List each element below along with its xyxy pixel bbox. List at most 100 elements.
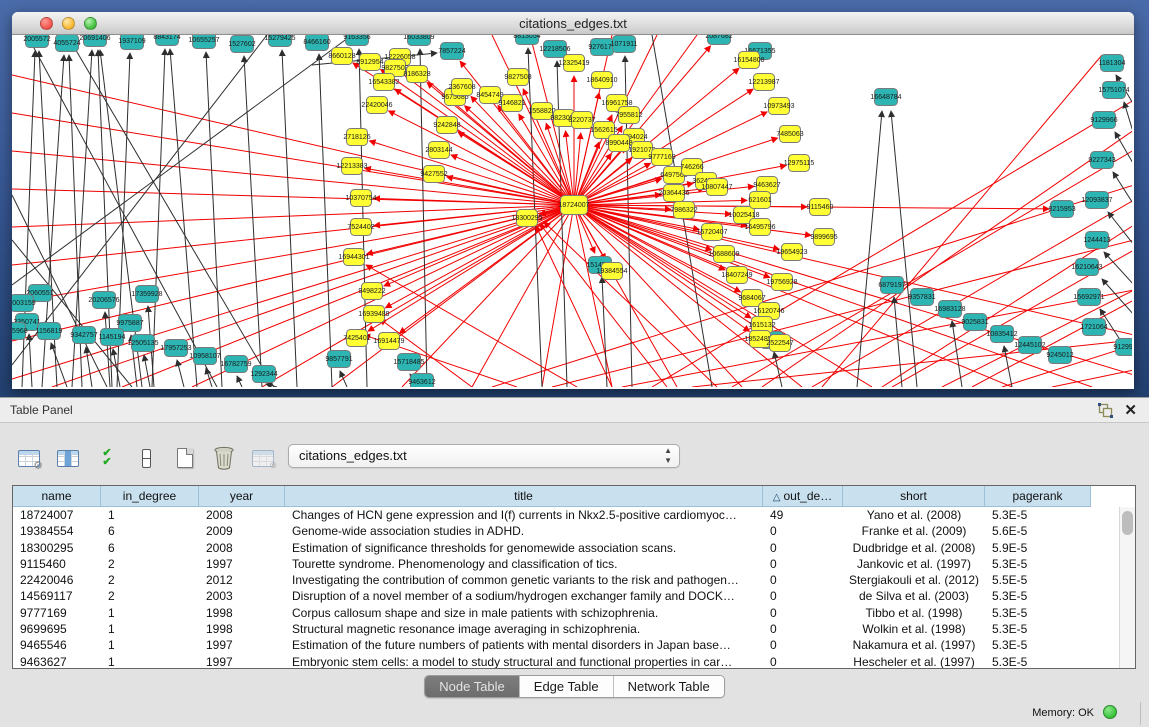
- selected-network-node[interactable]: 7485063: [776, 126, 803, 143]
- network-node[interactable]: 15692971: [1073, 289, 1104, 306]
- selected-network-node[interactable]: 9777169: [648, 149, 675, 166]
- selected-network-node[interactable]: 621601: [748, 192, 771, 209]
- selected-network-node[interactable]: 9498222: [358, 283, 385, 300]
- network-node[interactable]: 12505135: [127, 335, 158, 352]
- network-node[interactable]: 1156819: [36, 323, 63, 340]
- network-node[interactable]: 10958107: [189, 348, 220, 365]
- network-node[interactable]: 1181304: [1099, 55, 1126, 72]
- network-node[interactable]: 10835412: [986, 326, 1017, 343]
- network-node[interactable]: 9129966: [1090, 112, 1117, 129]
- network-node[interactable]: 2087682: [705, 35, 732, 45]
- selected-network-node[interactable]: 12213383: [336, 158, 367, 175]
- network-node[interactable]: 8215953: [1048, 201, 1075, 218]
- network-node[interactable]: 12093837: [1081, 192, 1112, 209]
- selected-network-node[interactable]: 2522547: [766, 335, 793, 352]
- network-node[interactable]: 9342757: [70, 327, 97, 344]
- float-panel-icon[interactable]: [1098, 403, 1113, 418]
- selected-network-node[interactable]: 18640910: [586, 72, 617, 89]
- selected-network-node[interactable]: 10370754: [345, 190, 376, 207]
- network-node[interactable]: 8813054: [513, 35, 540, 45]
- table-select-dropdown[interactable]: citations_edges.txt ▲▼: [288, 444, 680, 468]
- network-node[interactable]: 1071911: [611, 36, 638, 53]
- network-node[interactable]: 1003159: [12, 295, 36, 312]
- network-node[interactable]: 15751074: [1098, 82, 1129, 99]
- network-node[interactable]: 16210643: [1071, 259, 1102, 276]
- network-node[interactable]: 17957253: [160, 340, 191, 357]
- selected-network-node[interactable]: 20364436: [658, 185, 689, 202]
- selected-network-node[interactable]: 2803144: [425, 142, 452, 159]
- network-node[interactable]: 8843174: [153, 35, 180, 46]
- table-row[interactable]: 946362711997Embryonic stem cells: a mode…: [13, 654, 1119, 668]
- selected-network-node[interactable]: 15720407: [696, 224, 727, 241]
- column-header-in-degree[interactable]: in_degree: [101, 486, 199, 507]
- column-header-year[interactable]: year: [199, 486, 285, 507]
- network-node[interactable]: 9227343: [1088, 152, 1115, 169]
- network-node[interactable]: 9463612: [408, 374, 435, 388]
- show-columns-icon[interactable]: [53, 444, 83, 472]
- selected-network-node[interactable]: 9899695: [810, 229, 837, 246]
- selected-network-node[interactable]: 9463627: [753, 177, 780, 194]
- network-node[interactable]: 20206576: [88, 292, 119, 309]
- network-node[interactable]: 16782759: [220, 356, 251, 373]
- close-panel-icon[interactable]: ✕: [1124, 400, 1137, 421]
- selected-network-node[interactable]: 9115460: [807, 199, 834, 216]
- tab-node-table[interactable]: Node Table: [425, 676, 520, 697]
- table-row[interactable]: 911546021997Tourette syndrome. Phenomeno…: [13, 556, 1119, 572]
- network-node[interactable]: 3315968: [12, 323, 28, 340]
- network-node[interactable]: 10655257: [188, 35, 219, 49]
- table-row[interactable]: 1456911722003Disruption of a novel membe…: [13, 588, 1119, 604]
- scrollbar-thumb[interactable]: [1122, 511, 1133, 535]
- network-node[interactable]: 16983128: [934, 301, 965, 318]
- column-header-name[interactable]: name: [13, 486, 101, 507]
- row-height-icon[interactable]: [131, 444, 161, 472]
- network-node[interactable]: 1292344: [250, 366, 277, 383]
- network-node[interactable]: 17359928: [131, 286, 162, 303]
- network-node[interactable]: 9025831: [961, 314, 988, 331]
- selected-network-node[interactable]: 8660128: [328, 48, 355, 65]
- network-node[interactable]: 1937109: [118, 35, 145, 50]
- selected-network-node[interactable]: 7986322: [670, 202, 697, 219]
- selected-network-node[interactable]: 9427552: [420, 166, 447, 183]
- selected-network-node[interactable]: 19756928: [766, 274, 797, 291]
- selected-network-node[interactable]: 2718126: [343, 129, 370, 146]
- network-window-titlebar[interactable]: citations_edges.txt: [12, 12, 1134, 35]
- selected-network-node[interactable]: 8912954: [356, 54, 383, 71]
- table-row[interactable]: 2242004622012Investigating the contribut…: [13, 572, 1119, 588]
- network-node[interactable]: 20691406: [79, 35, 110, 47]
- selected-network-node[interactable]: 8220737: [568, 112, 595, 129]
- table-row[interactable]: 977716911998Corpus callosum shape and si…: [13, 605, 1119, 621]
- column-header-out-degree[interactable]: △out_de…: [763, 486, 843, 507]
- network-node[interactable]: 7857224: [438, 43, 465, 60]
- network-node[interactable]: 9245012: [1046, 347, 1073, 364]
- delete-columns-icon[interactable]: [209, 444, 239, 472]
- selected-network-node[interactable]: 8186328: [403, 66, 430, 83]
- network-node[interactable]: 4055724: [53, 35, 80, 52]
- selected-network-node[interactable]: 10688609: [708, 246, 739, 263]
- selected-network-node[interactable]: 7524402: [347, 219, 374, 236]
- table-options-icon[interactable]: ⚙: [14, 444, 44, 472]
- selected-network-node[interactable]: 12975115: [784, 155, 815, 172]
- table-row[interactable]: 946554611997Estimation of the future num…: [13, 637, 1119, 653]
- table-row[interactable]: 969969511998Structural magnetic resonanc…: [13, 621, 1119, 637]
- selected-network-node[interactable]: 18724007: [558, 196, 589, 215]
- table-row[interactable]: 1830029562008Estimation of significance …: [13, 540, 1119, 556]
- column-header-short[interactable]: short: [843, 486, 985, 507]
- selected-network-node[interactable]: 12213987: [748, 74, 779, 91]
- network-node[interactable]: 15718485: [393, 354, 424, 371]
- tab-network-table[interactable]: Network Table: [614, 676, 724, 697]
- table-row[interactable]: 1872400712008Changes of HCN gene express…: [13, 507, 1119, 523]
- selected-network-node[interactable]: 2367608: [448, 79, 475, 96]
- selected-network-node[interactable]: 18300295: [511, 210, 542, 227]
- network-node[interactable]: 16648784: [870, 89, 901, 106]
- network-node[interactable]: 9857791: [325, 351, 352, 368]
- column-header-pagerank[interactable]: pagerank: [985, 486, 1091, 507]
- network-node[interactable]: 16033809: [403, 35, 434, 46]
- select-columns-icon[interactable]: ✔✔: [92, 444, 122, 472]
- network-node[interactable]: 15279425: [264, 35, 295, 47]
- selected-network-node[interactable]: 7955812: [615, 107, 642, 124]
- network-view-canvas[interactable]: 2005572405572420691406193710988431741065…: [12, 35, 1132, 387]
- selected-network-node[interactable]: 9242848: [433, 117, 460, 134]
- network-node[interactable]: 1527602: [228, 36, 255, 53]
- network-node[interactable]: 6879197: [878, 277, 905, 294]
- network-node[interactable]: 1145194: [99, 329, 126, 346]
